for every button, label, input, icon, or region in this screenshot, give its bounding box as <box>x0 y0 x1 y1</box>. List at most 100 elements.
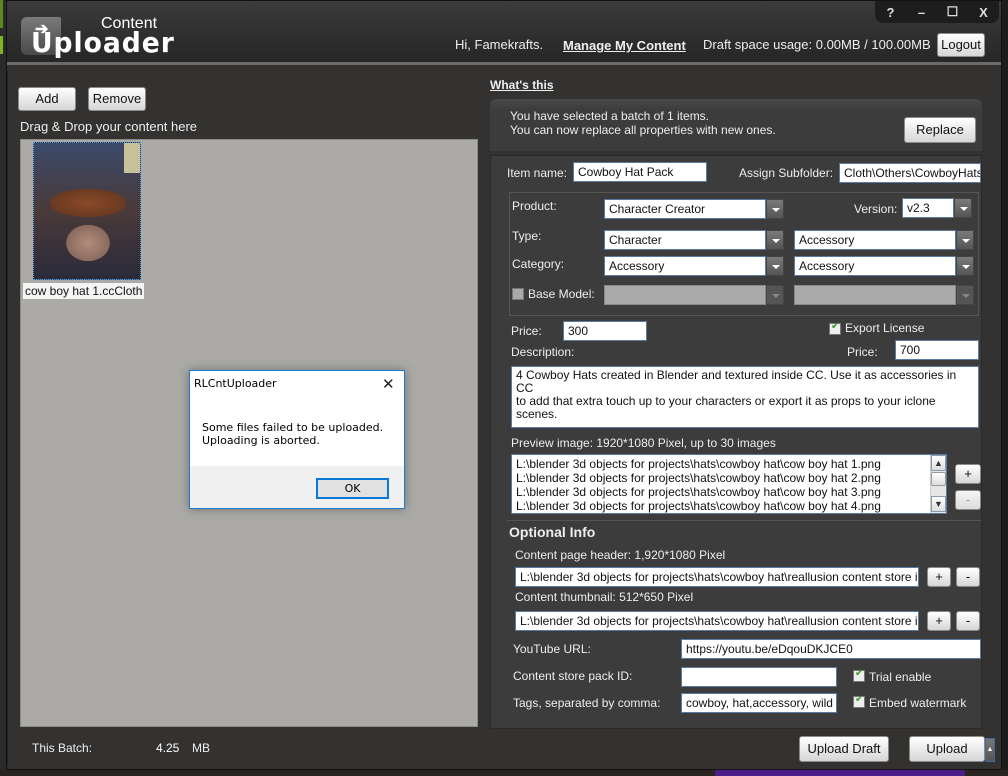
pack-id-input[interactable] <box>681 667 837 687</box>
base-model-primary-dropdown-arrow-icon <box>766 285 784 305</box>
base-model-secondary-select <box>794 285 956 305</box>
header-image-label: Content page header: 1,920*1080 Pixel <box>515 548 726 562</box>
background-desktop-bottom <box>0 770 1008 776</box>
header-image-input[interactable]: L:\blender 3d objects for projects\hats\… <box>515 567 919 587</box>
dialog-close-icon[interactable]: ✕ <box>382 375 395 393</box>
scroll-thumb[interactable] <box>931 472 946 486</box>
window-controls: ? – ☐ X <box>875 1 999 23</box>
upload-options-arrow-icon[interactable]: ▲ <box>985 738 995 762</box>
trial-enable-checkbox[interactable] <box>853 668 865 682</box>
close-icon[interactable]: X <box>972 5 996 20</box>
youtube-url-label: YouTube URL: <box>513 642 591 656</box>
thumbnail-image-input[interactable]: L:\blender 3d objects for projects\hats\… <box>515 611 919 631</box>
scroll-down-icon[interactable]: ▼ <box>931 496 946 512</box>
dialog-ok-button[interactable]: OK <box>316 478 389 499</box>
replace-button[interactable]: Replace <box>904 117 976 143</box>
maximize-icon[interactable]: ☐ <box>941 4 965 20</box>
product-dropdown-arrow-icon[interactable] <box>766 199 784 219</box>
preview-image-item[interactable]: L:\blender 3d objects for projects\hats\… <box>516 457 942 471</box>
remove-button[interactable]: Remove <box>88 87 146 111</box>
batch-info-line1: You have selected a batch of 1 items. <box>510 109 710 123</box>
type-primary-dropdown-arrow-icon[interactable] <box>766 230 784 250</box>
version-select[interactable]: v2.3 <box>902 198 954 218</box>
preview-image-item[interactable]: L:\blender 3d objects for projects\hats\… <box>516 485 942 499</box>
content-thumbnail-image[interactable] <box>33 142 141 280</box>
category-primary-dropdown-arrow-icon[interactable] <box>766 256 784 276</box>
draft-space-usage: Draft space usage: 0.00MB / 100.00MB <box>703 37 931 52</box>
embed-watermark-label: Embed watermark <box>869 696 967 710</box>
export-license-checkbox[interactable] <box>829 321 841 335</box>
description-label: Description: <box>511 345 575 359</box>
pack-id-label: Content store pack ID: <box>513 669 633 683</box>
properties-form: Item name: Cowboy Hat Pack Assign Subfol… <box>490 155 982 729</box>
category-primary-select[interactable]: Accessory <box>604 256 766 276</box>
dialog-message-line1: Some files failed to be uploaded. <box>202 421 384 434</box>
batch-size-unit: MB <box>192 741 210 755</box>
youtube-url-input[interactable]: https://youtu.be/eDqouDKJCE0 <box>681 639 981 659</box>
base-model-checkbox[interactable] <box>512 288 524 300</box>
dialog-message-line2: Uploading is aborted. <box>202 434 320 447</box>
base-model-secondary-dropdown-arrow-icon <box>956 285 974 305</box>
base-model-primary-select <box>604 285 766 305</box>
dialog-title: RLCntUploader <box>194 377 277 390</box>
scroll-up-icon[interactable]: ▲ <box>931 455 946 471</box>
help-icon[interactable]: ? <box>879 5 903 20</box>
type-label: Type: <box>512 229 542 243</box>
app-logo: ➔ Content Uploader <box>21 15 174 59</box>
product-group: Product: Character Creator Version: v2.3… <box>509 192 979 316</box>
batch-size-value: 4.25 <box>156 741 180 755</box>
export-license-label: Export License <box>845 321 925 335</box>
thumbnail-image-label: Content thumbnail: 512*650 Pixel <box>515 590 694 604</box>
export-price-label: Price: <box>847 345 878 359</box>
type-secondary-select[interactable]: Accessory <box>794 230 956 250</box>
category-secondary-dropdown-arrow-icon[interactable] <box>956 256 974 276</box>
logout-button[interactable]: Logout <box>937 33 985 57</box>
preview-image-item[interactable]: L:\blender 3d objects for projects\hats\… <box>516 471 942 485</box>
trial-enable-label: Trial enable <box>869 670 932 684</box>
add-header-image-button[interactable]: + <box>927 567 951 587</box>
add-button[interactable]: Add <box>18 87 76 111</box>
preview-image-label: Preview image: 1920*1080 Pixel, up to 30… <box>511 436 776 450</box>
remove-preview-button[interactable]: - <box>955 490 981 510</box>
header-bar: ➔ Content Uploader ? – ☐ X Hi, Famekraft… <box>7 1 1001 65</box>
manage-content-link[interactable]: Manage My Content <box>563 38 686 53</box>
add-thumbnail-button[interactable]: + <box>927 611 951 631</box>
section-divider <box>507 520 981 521</box>
user-greeting: Hi, Famekrafts. <box>455 37 544 52</box>
remove-thumbnail-button[interactable]: - <box>956 611 980 631</box>
preview-image-list[interactable]: L:\blender 3d objects for projects\hats\… <box>511 454 947 514</box>
logo-uploader-text: Uploader <box>31 26 175 59</box>
batch-info-box: You have selected a batch of 1 items. Yo… <box>490 99 982 151</box>
upload-button[interactable]: Upload <box>909 736 985 762</box>
embed-watermark-checkbox[interactable] <box>853 694 865 708</box>
optional-info-title: Optional Info <box>509 524 596 540</box>
batch-size-label: This Batch: <box>32 741 93 755</box>
export-price-input[interactable]: 700 <box>895 340 979 360</box>
subfolder-label: Assign Subfolder: <box>739 166 834 180</box>
upload-draft-button[interactable]: Upload Draft <box>799 736 889 762</box>
add-preview-button[interactable]: + <box>955 464 981 484</box>
error-dialog: RLCntUploader ✕ Some files failed to be … <box>189 370 405 509</box>
type-secondary-dropdown-arrow-icon[interactable] <box>956 230 974 250</box>
uploader-window: ➔ Content Uploader ? – ☐ X Hi, Famekraft… <box>6 0 1002 770</box>
tags-input[interactable]: cowboy, hat,accessory, wild <box>681 693 837 713</box>
remove-header-image-button[interactable]: - <box>956 567 980 587</box>
dialog-footer: OK <box>190 466 404 508</box>
minimize-icon[interactable]: – <box>910 5 934 20</box>
product-select[interactable]: Character Creator <box>604 199 766 219</box>
price-label: Price: <box>511 324 542 338</box>
content-item-label[interactable]: cow boy hat 1.ccCloth <box>23 283 145 299</box>
preview-list-scrollbar[interactable]: ▲ ▼ <box>930 455 946 513</box>
subfolder-input[interactable]: Cloth\Others\CowboyHats <box>839 163 981 183</box>
tags-label: Tags, separated by comma: <box>513 696 661 710</box>
item-name-input[interactable]: Cowboy Hat Pack <box>573 162 707 182</box>
preview-image-item[interactable]: L:\blender 3d objects for projects\hats\… <box>516 499 942 513</box>
type-primary-select[interactable]: Character <box>604 230 766 250</box>
version-dropdown-arrow-icon[interactable] <box>954 198 972 218</box>
category-secondary-select[interactable]: Accessory <box>794 256 956 276</box>
price-input[interactable]: 300 <box>563 321 647 341</box>
version-label: Version: <box>854 202 898 216</box>
whats-this-link[interactable]: What's this <box>490 78 554 92</box>
drop-zone-label: Drag & Drop your content here <box>20 119 198 134</box>
description-textarea[interactable]: 4 Cowboy Hats created in Blender and tex… <box>511 366 979 428</box>
